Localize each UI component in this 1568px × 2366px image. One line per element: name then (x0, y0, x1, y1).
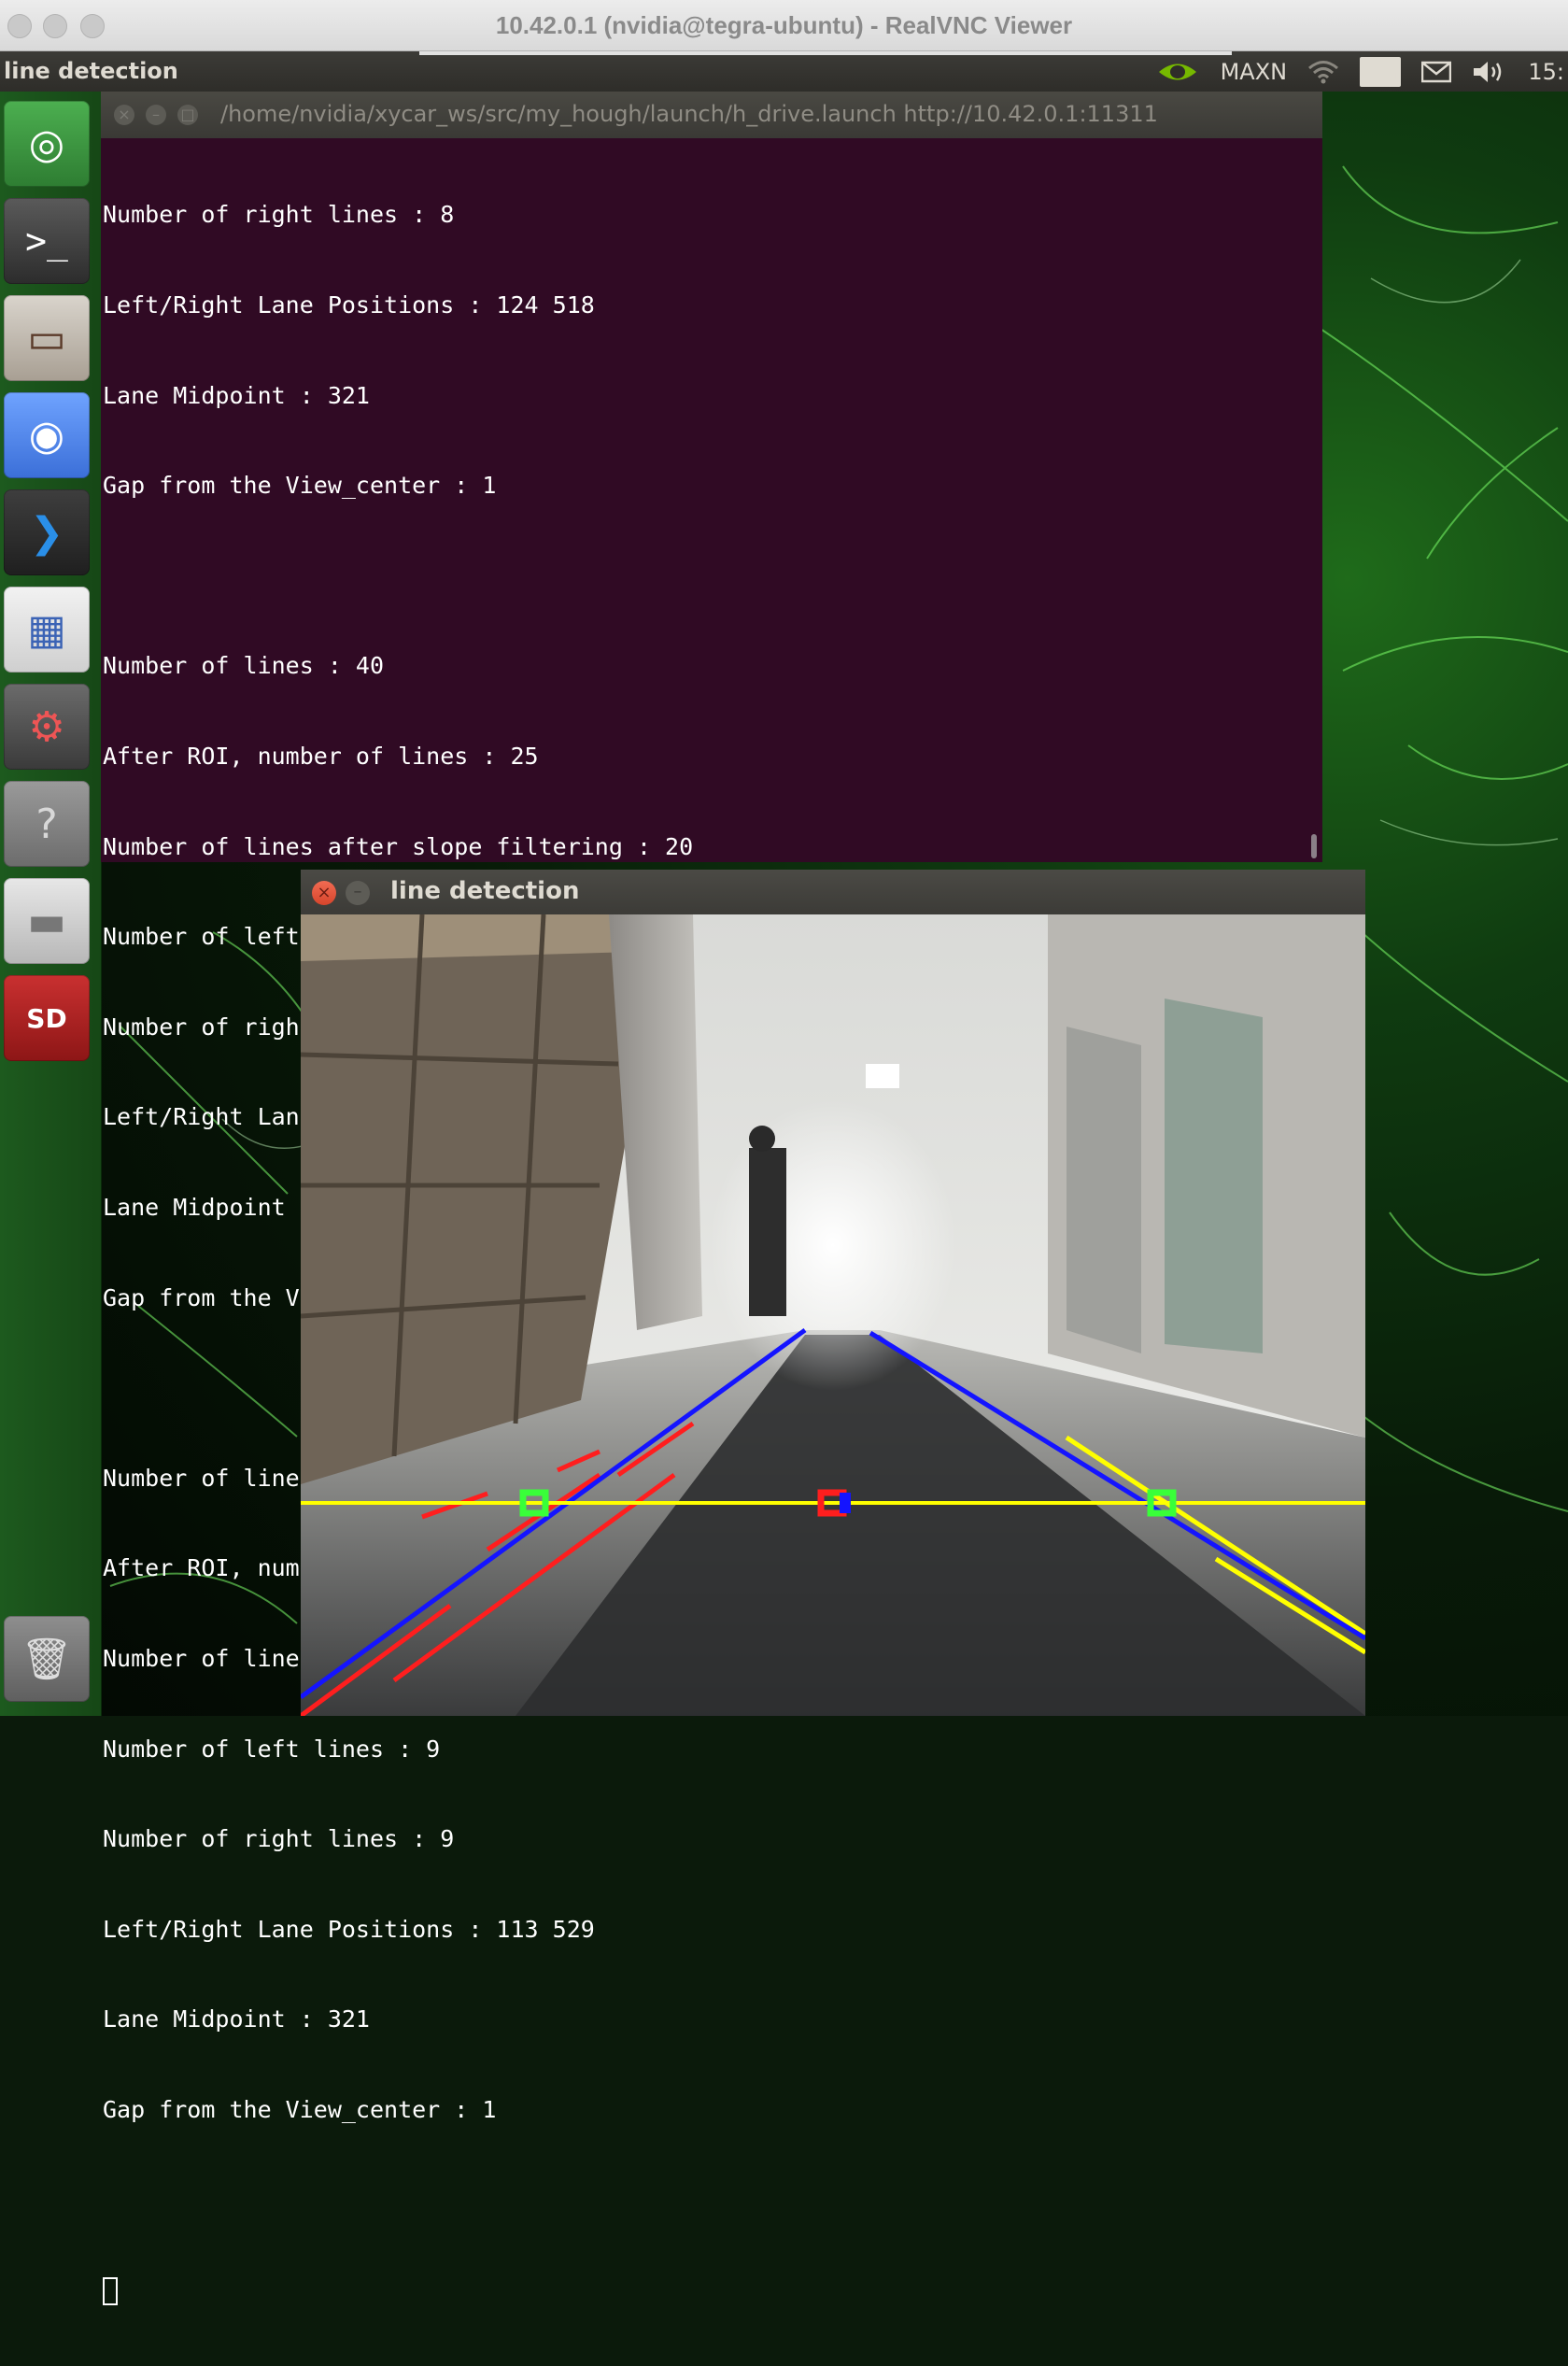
terminal-line: Gap from the View_center : 1 (103, 472, 497, 500)
nvidia-icon[interactable] (1155, 58, 1200, 86)
right-door (1165, 999, 1263, 1353)
view-center-marker (840, 1493, 851, 1513)
terminal-titlebar[interactable]: × – □ /home/nvidia/xycar_ws/src/my_hough… (101, 92, 1322, 138)
volume-icon[interactable] (1472, 59, 1507, 85)
terminal-maximize-button[interactable]: □ (177, 105, 198, 125)
terminal-line: Lane Midpoint : 321 (103, 2005, 370, 2033)
camera-view (301, 914, 1365, 1716)
ubuntu-dash-icon[interactable]: ◎ (4, 101, 90, 187)
terminal-line: Number of right lines : 9 (103, 1825, 455, 1853)
right-door-frame (1067, 1027, 1141, 1353)
wifi-icon[interactable] (1307, 60, 1339, 84)
terminal-cursor (103, 2277, 118, 2306)
terminal-scrollbar[interactable] (1311, 834, 1317, 858)
terminal-minimize-button[interactable]: – (146, 105, 166, 125)
terminal-icon[interactable]: >_ (4, 198, 90, 284)
active-app-title: line detection (4, 58, 178, 84)
terminal-line: Left/Right Lane Positions : 124 518 (103, 291, 595, 319)
corridor-light (628, 1027, 1038, 1512)
mail-icon[interactable] (1421, 61, 1452, 83)
terminal-prompt-line[interactable] (103, 2275, 1313, 2306)
terminal-close-button[interactable]: × (114, 105, 134, 125)
sd-card-icon[interactable]: SD (4, 975, 90, 1061)
vnc-window-title: 10.42.0.1 (nvidia@tegra-ubuntu) - RealVN… (495, 11, 1073, 39)
software-center-icon[interactable]: ▦ (4, 587, 90, 673)
trash-icon[interactable]: 🗑 (4, 1616, 90, 1702)
system-settings-icon[interactable]: ⚙ (4, 684, 90, 770)
help-icon[interactable]: ? (4, 781, 90, 867)
terminal-line: Lane Midpoint : 321 (103, 381, 370, 409)
terminal-window[interactable]: × – □ /home/nvidia/xycar_ws/src/my_hough… (101, 92, 1322, 2306)
files-icon[interactable]: ▭ (4, 295, 90, 381)
vscode-icon[interactable]: ❯ (4, 489, 90, 575)
terminal-line: Number of lines after slope filtering : … (103, 832, 694, 860)
panel-highlight-line (419, 51, 1232, 55)
clock[interactable]: 15: (1528, 59, 1564, 85)
terminal-title: /home/nvidia/xycar_ws/src/my_hough/launc… (220, 101, 1158, 127)
vnc-titlebar: 10.42.0.1 (nvidia@tegra-ubuntu) - RealVN… (0, 0, 1568, 51)
chromium-icon[interactable]: ◉ (4, 392, 90, 478)
line-detection-minimize-button[interactable]: – (346, 881, 370, 905)
line-detection-titlebar[interactable]: × – line detection (301, 870, 1365, 914)
launcher: ◎ >_ ▭ ◉ ❯ ▦ ⚙ ? ▬ SD 🗑 (0, 92, 102, 1716)
person (749, 1148, 786, 1316)
terminal-output[interactable]: Number of right lines : 8 Left/Right Lan… (103, 140, 1313, 2306)
line-detection-window[interactable]: × – line detection (301, 870, 1365, 1716)
panel-indicators: MAXN Ha 15: (1155, 51, 1568, 92)
terminal-line: Number of right lines : 8 (103, 201, 455, 229)
terminal-line: After ROI, number of lines : 25 (103, 742, 539, 770)
power-mode-label[interactable]: MAXN (1221, 59, 1288, 85)
line-detection-close-button[interactable]: × (312, 881, 336, 905)
keyboard-layout-indicator[interactable]: Ha (1360, 56, 1402, 87)
terminal-line: Gap from the View_center : 1 (103, 2095, 497, 2123)
terminal-line: Number of left lines : 9 (103, 1735, 441, 1763)
person-head (749, 1126, 775, 1152)
ubuntu-top-panel: line detection MAXN Ha 15: (0, 51, 1568, 92)
terminal-line: Number of lines : 40 (103, 652, 385, 680)
drive-icon[interactable]: ▬ (4, 878, 90, 964)
ceiling-lamp (866, 1064, 899, 1088)
terminal-line: Left/Right Lane Positions : 113 529 (103, 1915, 595, 1943)
line-detection-title: line detection (390, 877, 580, 905)
